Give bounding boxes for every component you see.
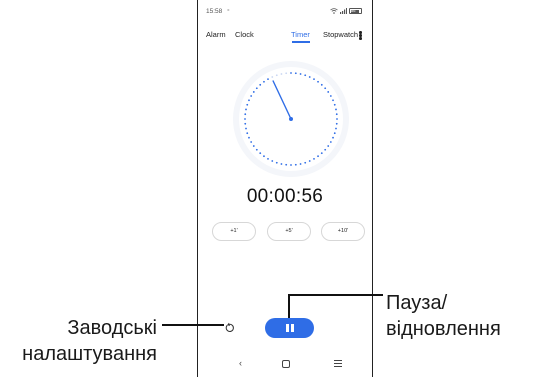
dial-tick	[250, 95, 253, 97]
pause-icon	[286, 324, 294, 332]
notification-icon: ⁎	[227, 7, 230, 13]
dial-tick	[299, 73, 302, 75]
pause-callout: Пауза/ відновлення	[386, 290, 546, 342]
reset-leader-line	[162, 324, 224, 326]
battery-level: 86	[351, 8, 356, 13]
dial-tick	[335, 127, 337, 130]
dial-tick	[290, 72, 292, 74]
dial-tick	[246, 132, 249, 135]
dial-tick	[271, 160, 274, 162]
tab-bar: Alarm Clock Timer Stopwatch	[198, 30, 372, 44]
tab-clock[interactable]: Clock	[235, 30, 254, 39]
add-5-minutes-button[interactable]: +5'	[267, 222, 311, 241]
dial-tick	[290, 164, 292, 166]
dial-tick	[317, 155, 319, 158]
dial-tick	[267, 157, 269, 160]
dial-tick	[280, 163, 283, 165]
dial-tick	[255, 87, 258, 90]
dial-tick	[329, 141, 332, 143]
dial-tick	[304, 161, 307, 164]
dial-tick	[294, 72, 297, 75]
status-bar: 15:58 ⁎ 86	[198, 7, 372, 18]
dial-tick	[248, 99, 250, 102]
dial-tick	[304, 74, 307, 77]
dial-tick	[332, 99, 334, 102]
dial-tick	[255, 148, 258, 151]
dial-tick	[263, 80, 265, 83]
dial-tick	[313, 78, 315, 81]
dial-tick	[299, 163, 302, 165]
dial-tick	[332, 136, 334, 139]
pause-button[interactable]	[265, 318, 314, 338]
dial-tick	[320, 83, 323, 86]
dial-tick	[333, 132, 336, 135]
timer-readout: 00:00:56	[246, 186, 324, 207]
dial-tick	[329, 95, 332, 97]
home-icon[interactable]	[282, 360, 290, 368]
dial-tick	[245, 127, 247, 130]
dial-tick	[267, 78, 269, 81]
dial-tick	[324, 148, 327, 151]
status-icons: 86	[330, 8, 362, 14]
dial-tick	[271, 76, 274, 78]
reset-callout-line2: налаштування	[22, 343, 157, 365]
dial-tick	[244, 113, 247, 116]
dial-tick	[308, 76, 311, 78]
dial-tick	[275, 161, 278, 164]
dial-tick	[259, 152, 262, 155]
reset-callout-line1: Заводські	[67, 317, 157, 339]
dial-tick	[280, 73, 283, 75]
dial-tick	[308, 160, 311, 162]
dial-tick	[285, 163, 288, 166]
tab-stopwatch[interactable]: Stopwatch	[323, 30, 358, 39]
dial-tick	[324, 87, 327, 90]
dial-tick	[248, 136, 250, 139]
add-10-minutes-button[interactable]: +10'	[321, 222, 365, 241]
dial-tick	[335, 113, 338, 116]
dial-tick	[244, 118, 246, 120]
pause-leader-horizontal	[288, 294, 383, 296]
back-icon[interactable]: ‹	[239, 358, 242, 368]
dial-tick	[275, 74, 278, 77]
dial-tick	[335, 122, 338, 125]
status-time: 15:58	[206, 8, 223, 15]
menu-icon[interactable]	[359, 31, 362, 40]
dial-tick	[336, 118, 338, 120]
dial-tick	[263, 155, 265, 158]
dial-tick	[313, 157, 315, 160]
dial-tick	[320, 152, 323, 155]
timer-dial	[233, 61, 349, 177]
reset-icon[interactable]	[224, 322, 235, 333]
tab-alarm[interactable]: Alarm	[206, 30, 226, 39]
add-time-buttons: +1' +5' +10'	[198, 222, 372, 242]
dial-center	[289, 117, 293, 121]
dial-tick	[317, 80, 319, 83]
dial-tick	[327, 91, 330, 93]
dial-tick	[244, 122, 247, 125]
dial-tick	[333, 103, 336, 106]
dial-tick	[252, 91, 255, 93]
phone-screen: 15:58 ⁎ 86 Alarm Clock Timer Stopwatch 0…	[197, 0, 373, 377]
reset-callout: Заводські налаштування	[16, 315, 157, 367]
navigation-bar: ‹	[198, 358, 372, 370]
wifi-icon	[330, 8, 338, 14]
dial-tick	[335, 108, 337, 111]
pause-leader-vertical	[288, 294, 290, 318]
recents-icon[interactable]	[334, 360, 342, 367]
battery-icon: 86	[349, 8, 362, 14]
add-1-minute-button[interactable]: +1'	[212, 222, 256, 241]
dial-tick	[294, 163, 297, 166]
dial-tick	[285, 72, 288, 75]
dial-tick	[250, 141, 253, 143]
pause-callout-line1: Пауза/	[386, 292, 448, 314]
dial-tick	[245, 108, 247, 111]
dial-tick	[246, 103, 249, 106]
tab-timer[interactable]: Timer	[291, 30, 310, 39]
pause-callout-line2: відновлення	[386, 318, 501, 340]
dial-tick	[252, 145, 255, 147]
dial-tick	[327, 145, 330, 147]
dial-tick	[259, 83, 262, 86]
active-tab-indicator	[292, 41, 310, 43]
signal-icon	[340, 8, 347, 14]
